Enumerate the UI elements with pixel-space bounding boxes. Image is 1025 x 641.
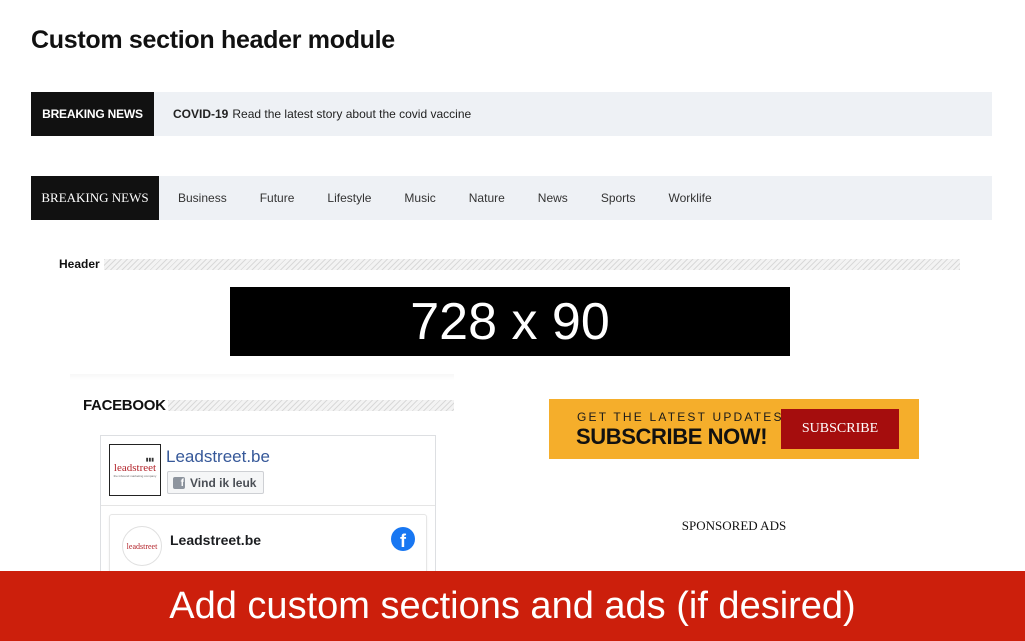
facebook-section-top-border bbox=[70, 374, 454, 380]
sponsored-ads-label: SPONSORED ADS bbox=[681, 518, 787, 533]
caption-overlay: Add custom sections and ads (if desired) bbox=[0, 571, 1025, 641]
page-title: Custom section header module bbox=[31, 26, 395, 54]
nav-item-worklife[interactable]: Worklife bbox=[669, 191, 712, 205]
navbar-label: BREAKING NEWS bbox=[31, 176, 159, 220]
logo-tagline: the inbound marketing company bbox=[113, 474, 157, 478]
nav-item-business[interactable]: Business bbox=[178, 191, 227, 205]
header-section-label: Header bbox=[59, 257, 100, 271]
facebook-widget-divider bbox=[101, 505, 435, 506]
logo-brand-text: leadstreet bbox=[113, 462, 157, 474]
ticker-story-text: Read the latest story about the covid va… bbox=[232, 107, 472, 121]
subscribe-ad-tagline: GET THE LATEST UPDATES bbox=[577, 410, 784, 424]
facebook-card-avatar-text: leadstreet bbox=[126, 541, 158, 551]
facebook-square-icon: f bbox=[173, 476, 185, 489]
breaking-news-ticker: BREAKING NEWS COVID-19 Read the latest st… bbox=[31, 92, 992, 136]
subscribe-button[interactable]: SUBSCRIBE bbox=[781, 409, 899, 449]
ad-banner-728x90[interactable]: 728 x 90 bbox=[230, 287, 790, 356]
leadstreet-logo[interactable]: ▮▮▮ leadstreet the inbound marketing com… bbox=[109, 444, 161, 496]
nav-item-future[interactable]: Future bbox=[260, 191, 295, 205]
ticker-label: BREAKING NEWS bbox=[31, 92, 154, 136]
section-divider-stripes bbox=[103, 258, 960, 270]
caption-text: Add custom sections and ads (if desired) bbox=[169, 584, 856, 627]
nav-item-music[interactable]: Music bbox=[404, 191, 435, 205]
nav-item-lifestyle[interactable]: Lifestyle bbox=[327, 191, 371, 205]
facebook-section-title: FACEBOOK bbox=[83, 397, 454, 414]
facebook-like-button[interactable]: f Vind ik leuk bbox=[167, 471, 265, 494]
ticker-story-tag: COVID-19 bbox=[173, 107, 229, 121]
header-section-title: Header bbox=[59, 257, 960, 271]
facebook-card-avatar[interactable]: leadstreet bbox=[122, 526, 162, 566]
category-navbar: BREAKING NEWS Business Future Lifestyle … bbox=[31, 176, 992, 220]
facebook-section-label: FACEBOOK bbox=[83, 397, 166, 414]
ticker-story[interactable]: COVID-19 Read the latest story about the … bbox=[173, 107, 471, 121]
subscribe-ad-headline: SUBSCRIBE NOW! bbox=[576, 424, 768, 449]
subscribe-ad[interactable]: GET THE LATEST UPDATES SUBSCRIBE NOW! SU… bbox=[549, 399, 919, 459]
facebook-card-name[interactable]: Leadstreet.be bbox=[170, 532, 261, 548]
logo-bars-icon: ▮▮▮ bbox=[145, 457, 154, 463]
nav-item-sports[interactable]: Sports bbox=[601, 191, 636, 205]
ad-banner-text: 728 x 90 bbox=[410, 292, 610, 351]
facebook-like-label: Vind ik leuk bbox=[190, 475, 257, 490]
section-divider-stripes bbox=[167, 400, 454, 411]
facebook-page-name[interactable]: Leadstreet.be bbox=[166, 447, 270, 467]
navbar-items: Business Future Lifestyle Music Nature N… bbox=[178, 191, 745, 205]
facebook-page-widget: ▮▮▮ leadstreet the inbound marketing com… bbox=[100, 435, 436, 584]
facebook-icon[interactable]: f bbox=[391, 527, 415, 551]
nav-item-nature[interactable]: Nature bbox=[469, 191, 505, 205]
nav-item-news[interactable]: News bbox=[538, 191, 568, 205]
